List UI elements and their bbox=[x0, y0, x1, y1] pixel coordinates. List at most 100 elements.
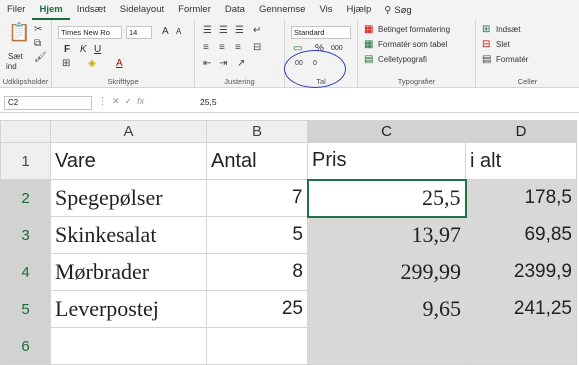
number-label: Tal bbox=[316, 77, 326, 86]
currency-icon[interactable]: ▭ bbox=[293, 43, 302, 55]
row-header[interactable]: 4 bbox=[0, 253, 51, 291]
italic-button[interactable]: K bbox=[80, 44, 87, 55]
format-cells-icon: ▤ bbox=[482, 54, 492, 65]
formula-input[interactable]: 25,5 bbox=[200, 97, 217, 107]
tab-data[interactable]: Data bbox=[218, 0, 252, 20]
shrink-font-button[interactable]: A bbox=[176, 27, 181, 36]
tab-vis[interactable]: Vis bbox=[312, 0, 339, 20]
grow-font-button[interactable]: A bbox=[162, 26, 169, 37]
cell-c1[interactable]: Pris bbox=[307, 142, 466, 180]
insert-cells-button[interactable]: Indsæt bbox=[496, 25, 520, 34]
row-header[interactable]: 6 bbox=[0, 327, 51, 365]
row-header[interactable]: 2 bbox=[0, 179, 51, 217]
format-table-icon: ▦ bbox=[364, 39, 374, 50]
conditional-format-button[interactable]: Betinget formatering bbox=[378, 25, 450, 34]
increase-decimal-button[interactable]: 00 bbox=[295, 60, 303, 67]
font-size-select[interactable]: 14 bbox=[126, 26, 152, 39]
select-all-corner[interactable] bbox=[0, 120, 51, 143]
cell-c2[interactable]: 25,5 bbox=[306, 178, 467, 218]
row-header[interactable]: 3 bbox=[0, 216, 51, 254]
cell-c3[interactable]: 13,97 bbox=[307, 216, 466, 254]
paste-icon[interactable]: 📋 bbox=[8, 23, 30, 41]
align-left-icon[interactable]: ≡ bbox=[203, 42, 209, 54]
cell-a1[interactable]: Vare bbox=[50, 142, 207, 180]
delete-cells-icon: ⊟ bbox=[482, 39, 491, 50]
tab-indsaet[interactable]: Indsæt bbox=[70, 0, 113, 20]
cell-d6[interactable] bbox=[465, 327, 577, 365]
cell-d5[interactable]: 241,25 bbox=[465, 290, 577, 328]
bold-button[interactable]: F bbox=[64, 44, 70, 55]
format-painter-icon[interactable]: 🖌 bbox=[34, 52, 47, 64]
row-header[interactable]: 5 bbox=[0, 290, 51, 328]
tab-sidelayout[interactable]: Sidelayout bbox=[113, 0, 171, 20]
table-row: 3 Skinkesalat 5 13,97 69,85 bbox=[0, 216, 577, 254]
search-box[interactable]: ⚲ Søg bbox=[378, 5, 411, 16]
tab-hjaelp[interactable]: Hjælp bbox=[339, 0, 378, 20]
borders-icon[interactable]: ⊞ bbox=[62, 58, 70, 70]
styles-label: Typografier bbox=[397, 77, 436, 86]
paste-label-2: ind bbox=[6, 62, 17, 71]
copy-icon[interactable]: ⧉ bbox=[34, 38, 41, 50]
cell-a3[interactable]: Skinkesalat bbox=[50, 216, 207, 254]
orientation-icon[interactable]: ↗ bbox=[237, 58, 245, 70]
tab-hjem[interactable]: Hjem bbox=[32, 0, 70, 20]
cell-b1[interactable]: Antal bbox=[206, 142, 308, 180]
cell-b6[interactable] bbox=[206, 327, 308, 365]
row-header[interactable]: 1 bbox=[0, 142, 51, 180]
font-color-button[interactable]: A bbox=[116, 58, 123, 69]
conditional-format-icon: ▦ bbox=[364, 24, 374, 35]
align-right-icon[interactable]: ≡ bbox=[235, 42, 241, 54]
column-header-c[interactable]: C bbox=[307, 120, 466, 143]
wrap-text-icon[interactable]: ↵ bbox=[253, 25, 261, 37]
tab-formler[interactable]: Formler bbox=[171, 0, 218, 20]
cell-d4[interactable]: 2399,9 bbox=[465, 253, 577, 291]
format-cells-button[interactable]: Formatér bbox=[496, 55, 528, 64]
column-header-d[interactable]: D bbox=[465, 120, 577, 143]
merge-icon[interactable]: ⊟ bbox=[253, 42, 261, 54]
cell-a5[interactable]: Leverpostej bbox=[50, 290, 207, 328]
align-top-icon[interactable]: ☰ bbox=[203, 25, 212, 37]
cell-c4[interactable]: 299,99 bbox=[307, 253, 466, 291]
cell-d3[interactable]: 69,85 bbox=[465, 216, 577, 254]
cell-c5[interactable]: 9,65 bbox=[307, 290, 466, 328]
formula-bar: C2 ⋮ ✕ ✓ fx 25,5 bbox=[0, 93, 579, 113]
cell-a6[interactable] bbox=[50, 327, 207, 365]
cell-a2[interactable]: Spegepølser bbox=[50, 179, 207, 217]
table-row: 1 Vare Antal Pris i alt bbox=[0, 142, 577, 180]
cell-b2[interactable]: 7 bbox=[206, 179, 308, 217]
fill-color-icon[interactable]: ◈ bbox=[88, 58, 96, 70]
number-format-select[interactable]: Standard bbox=[291, 26, 351, 39]
cell-styles-button[interactable]: Celletypografi bbox=[378, 55, 427, 64]
indent-decrease-icon[interactable]: ⇤ bbox=[203, 58, 211, 70]
cut-icon[interactable]: ✂ bbox=[34, 24, 42, 36]
align-center-icon[interactable]: ≡ bbox=[219, 42, 225, 54]
percent-button[interactable]: % bbox=[315, 43, 324, 54]
cell-b4[interactable]: 8 bbox=[206, 253, 308, 291]
indent-increase-icon[interactable]: ⇥ bbox=[219, 58, 227, 70]
cell-styles-icon: ▤ bbox=[364, 54, 374, 65]
underline-button[interactable]: U bbox=[94, 44, 101, 55]
cell-b3[interactable]: 5 bbox=[206, 216, 308, 254]
thousands-button[interactable]: 000 bbox=[331, 45, 343, 52]
align-middle-icon[interactable]: ☰ bbox=[219, 25, 228, 37]
cell-a4[interactable]: Mørbrader bbox=[50, 253, 207, 291]
tab-filer[interactable]: Filer bbox=[0, 0, 32, 20]
format-table-button[interactable]: Formatér som tabel bbox=[378, 40, 447, 49]
column-header-a[interactable]: A bbox=[50, 120, 207, 143]
align-bottom-icon[interactable]: ☰ bbox=[235, 25, 244, 37]
name-box[interactable]: C2 bbox=[4, 96, 92, 110]
decrease-decimal-button[interactable]: 0 bbox=[313, 60, 317, 67]
tab-gennemse[interactable]: Gennemse bbox=[252, 0, 312, 20]
cell-d1[interactable]: i alt bbox=[465, 142, 577, 180]
cell-c6[interactable] bbox=[307, 327, 466, 365]
table-row: 5 Leverpostej 25 9,65 241,25 bbox=[0, 290, 577, 328]
cell-b5[interactable]: 25 bbox=[206, 290, 308, 328]
group-number: Standard ▭ % 000 00 0 Tal bbox=[285, 20, 358, 88]
cells-label: Celler bbox=[517, 77, 538, 86]
paste-button[interactable]: Sæt bbox=[8, 52, 23, 61]
cell-d2[interactable]: 178,5 bbox=[465, 179, 577, 217]
delete-cells-button[interactable]: Slet bbox=[496, 40, 510, 49]
formula-icons: ⋮ ✕ ✓ fx bbox=[98, 96, 145, 106]
column-header-b[interactable]: B bbox=[206, 120, 308, 143]
font-name-select[interactable]: Times New Ro bbox=[58, 26, 122, 39]
